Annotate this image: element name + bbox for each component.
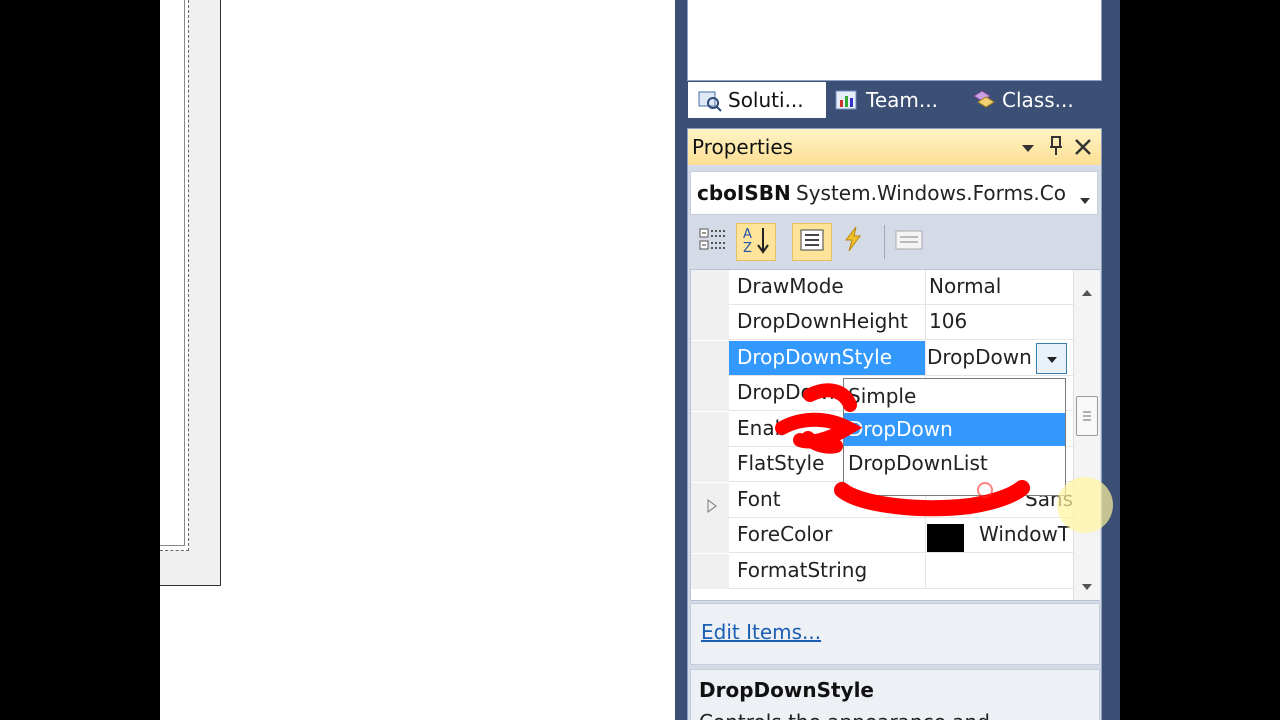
- property-name: ForeColor: [737, 522, 833, 546]
- property-name: DropDownStyle: [737, 345, 893, 369]
- property-name: FlatStyle: [737, 451, 825, 475]
- dropdownstyle-options-list[interactable]: Simple DropDown DropDownList: [843, 378, 1066, 496]
- toolbar-separator: [884, 225, 885, 259]
- option-dropdown[interactable]: DropDown: [844, 413, 1065, 446]
- form-edge: [160, 0, 185, 546]
- form-designer-surface[interactable]: [160, 0, 221, 586]
- events-button[interactable]: [834, 223, 872, 259]
- properties-toolbar: AZ: [690, 219, 1100, 263]
- categorized-icon: [698, 225, 728, 257]
- object-name: cboISBN: [697, 181, 791, 205]
- ide-window: Soluti... Team... Class... Properties cb…: [160, 0, 1120, 720]
- property-value[interactable]: Normal: [929, 274, 1069, 298]
- window-menu-icon[interactable]: [1020, 137, 1036, 161]
- property-row-forecolor[interactable]: ForeColor WindowT: [691, 518, 1073, 553]
- tab-label: Class...: [1002, 88, 1074, 112]
- tab-label: Team...: [866, 88, 938, 112]
- scroll-up-icon[interactable]: [1081, 282, 1093, 301]
- scrollbar-thumb[interactable]: [1076, 396, 1098, 436]
- description-title: DropDownStyle: [699, 678, 874, 702]
- property-pages-button[interactable]: [890, 223, 928, 259]
- property-value[interactable]: 106: [929, 309, 1069, 333]
- description-pane: DropDownStyle Controls the appearance an…: [690, 669, 1100, 720]
- chevron-down-icon[interactable]: [1079, 187, 1091, 211]
- option-simple[interactable]: Simple: [844, 380, 1065, 413]
- option-dropdownlist[interactable]: DropDownList: [844, 447, 1065, 480]
- property-name: Font: [737, 487, 781, 511]
- property-row-dropdownstyle[interactable]: DropDownStyle DropDown: [691, 341, 1073, 376]
- properties-list-icon: [799, 228, 825, 256]
- property-row-formatstring[interactable]: FormatString: [691, 554, 1073, 589]
- categorized-button[interactable]: [694, 223, 732, 259]
- property-row-dropdownheight[interactable]: DropDownHeight 106: [691, 305, 1073, 340]
- tab-class-view[interactable]: Class...: [970, 82, 1096, 118]
- property-name: DropDownHeight: [737, 309, 908, 333]
- property-value[interactable]: WindowT: [979, 522, 1071, 546]
- properties-view-button[interactable]: [792, 223, 832, 261]
- property-pages-icon: [894, 227, 924, 255]
- option-label: DropDownList: [848, 451, 988, 475]
- property-name: DrawMode: [737, 274, 844, 298]
- dropdownstyle-dropdown-button[interactable]: [1036, 343, 1067, 374]
- close-icon[interactable]: [1074, 137, 1092, 161]
- tab-team-explorer[interactable]: Team...: [834, 82, 958, 118]
- properties-title: Properties: [692, 135, 794, 159]
- property-row-drawmode[interactable]: DrawMode Normal: [691, 270, 1073, 305]
- edit-items-link[interactable]: Edit Items...: [701, 620, 821, 644]
- object-selector[interactable]: cboISBN System.Windows.Forms.Co: [690, 171, 1098, 215]
- property-name: DropDown: [737, 380, 842, 404]
- commands-pane: Edit Items...: [690, 603, 1100, 665]
- vertical-scrollbar[interactable]: [1073, 270, 1100, 600]
- team-explorer-icon: [834, 88, 860, 112]
- scroll-down-icon[interactable]: [1081, 576, 1093, 595]
- pin-icon[interactable]: [1048, 135, 1064, 162]
- option-label: DropDown: [848, 417, 953, 441]
- alphabetical-button[interactable]: AZ: [736, 223, 776, 261]
- properties-title-bar: Properties: [688, 129, 1101, 165]
- tab-label: Soluti...: [728, 88, 804, 112]
- property-name: Enab: [737, 416, 788, 440]
- solution-explorer-panel: [687, 0, 1102, 81]
- chevron-down-icon: [1046, 349, 1058, 368]
- option-label: Simple: [848, 384, 917, 408]
- property-name: FormatString: [737, 558, 868, 582]
- description-text: Controls the appearance and: [699, 710, 990, 720]
- lightning-icon: [842, 226, 864, 256]
- tab-solution-explorer[interactable]: Soluti...: [688, 82, 826, 118]
- expand-triangle-icon[interactable]: [707, 494, 717, 518]
- color-swatch: [927, 524, 964, 552]
- svg-text:A: A: [743, 227, 752, 242]
- svg-text:Z: Z: [743, 241, 752, 255]
- object-type: System.Windows.Forms.Co: [796, 181, 1066, 205]
- solution-explorer-icon: [696, 88, 722, 112]
- sort-az-icon: AZ: [741, 225, 771, 259]
- class-view-icon: [970, 88, 996, 112]
